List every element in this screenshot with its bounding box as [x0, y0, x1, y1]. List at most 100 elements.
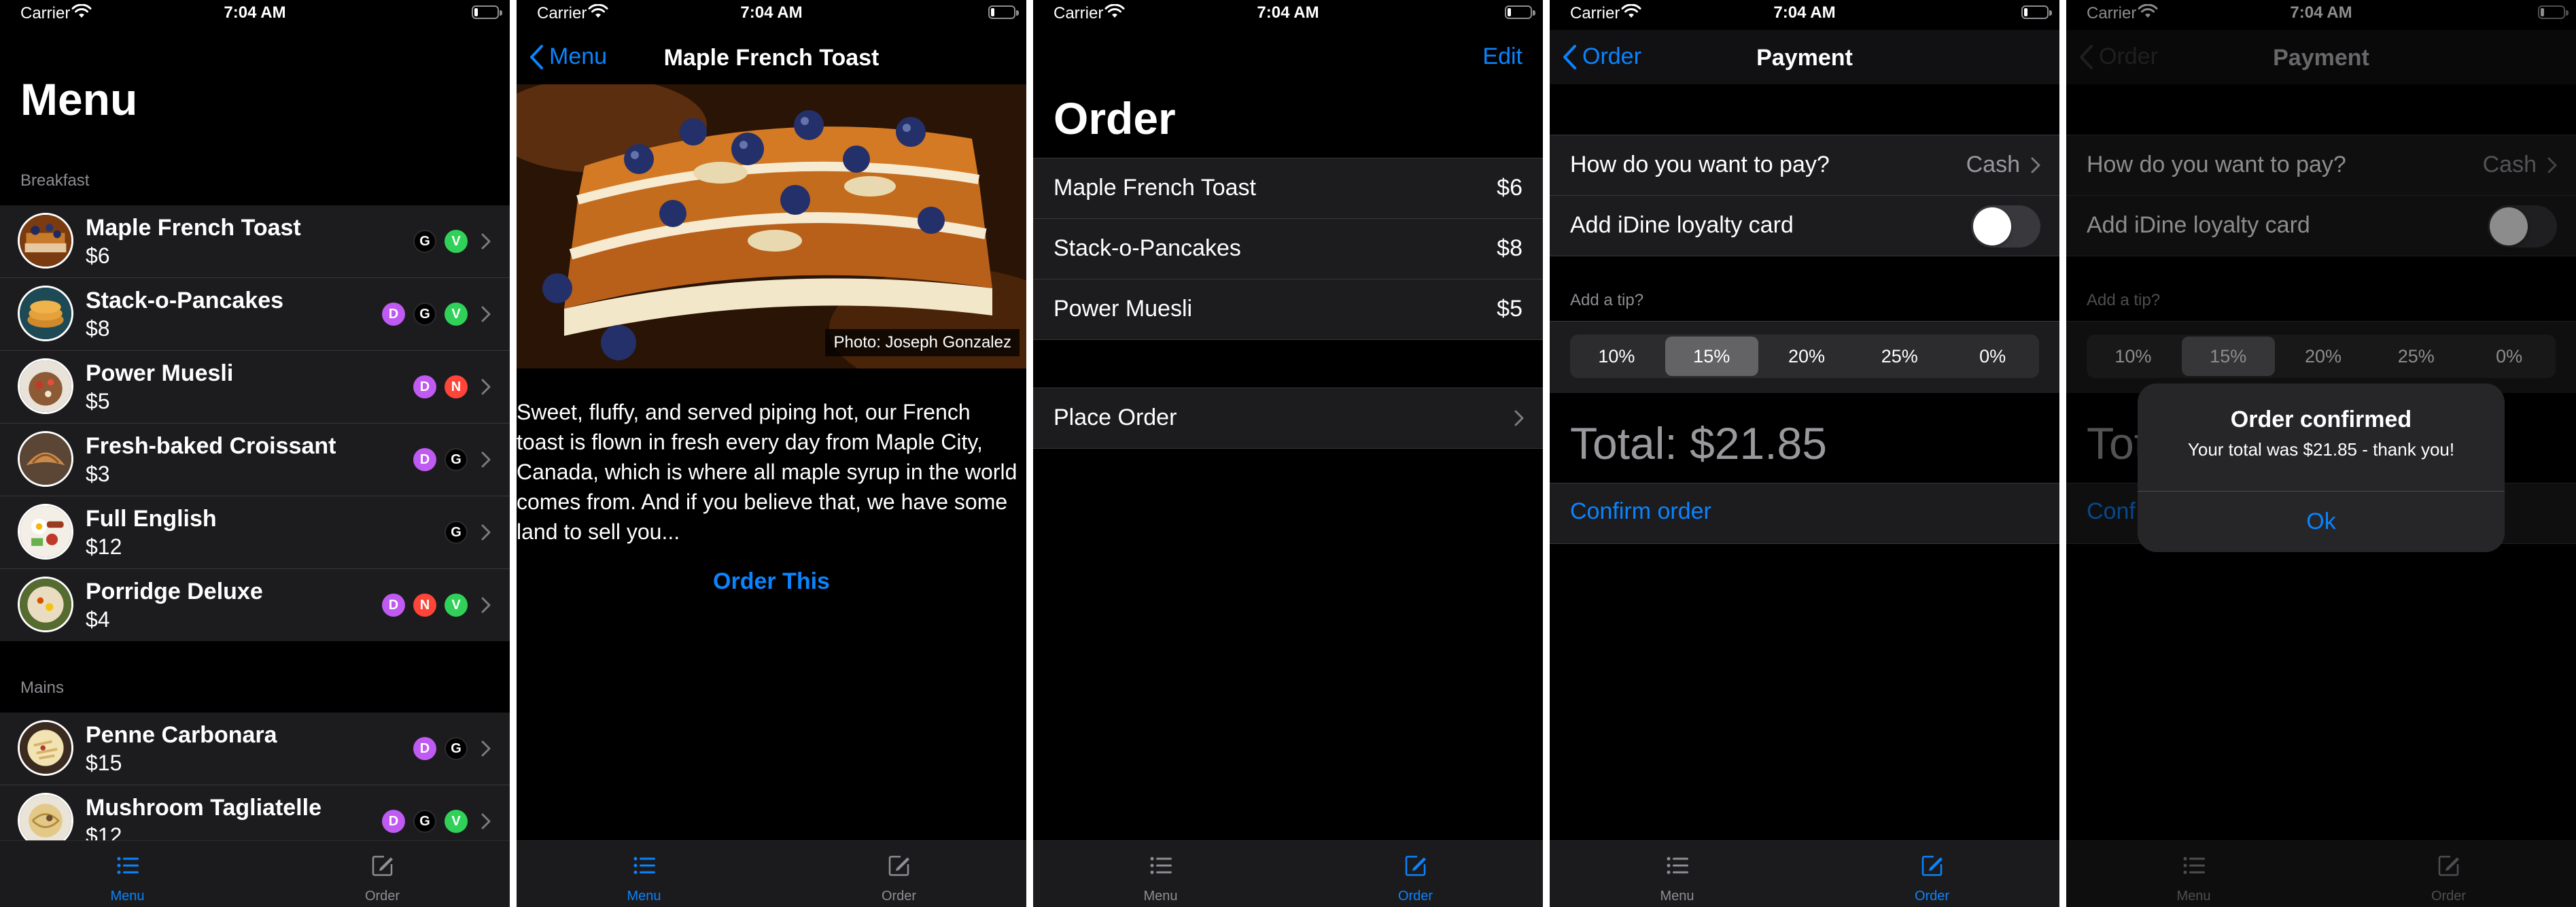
nav-bar: Menu Maple French Toast: [517, 30, 1026, 84]
badge-gluten: G: [413, 230, 436, 253]
badge-dairy: D: [413, 737, 436, 760]
tip-option[interactable]: 0%: [1946, 335, 2039, 378]
status-bar: Carrier 7:04 AM: [517, 0, 1026, 30]
menu-row-power-muesli[interactable]: Power Muesli $5 D N: [0, 351, 510, 424]
badge-gluten: G: [445, 521, 468, 544]
badge-gluten: G: [413, 303, 436, 326]
place-order-button[interactable]: Place Order: [1033, 388, 1543, 448]
nav-bar: Edit: [1033, 30, 1543, 84]
chevron-right-icon: [481, 233, 491, 250]
tab-bar: Menu Order: [1033, 840, 1543, 907]
order-total: Total: $21.85: [1570, 418, 1827, 468]
tab-order[interactable]: Order: [255, 841, 510, 907]
tab-bar: Menu Order: [517, 840, 1026, 907]
confirm-section: Confirm order: [1550, 483, 2059, 544]
order-this-button[interactable]: Order This: [517, 568, 1026, 595]
tab-order[interactable]: Order: [1288, 841, 1543, 907]
tab-order-label: Order: [1914, 889, 1950, 904]
page-title: Menu: [20, 74, 138, 124]
chevron-right-icon: [481, 306, 491, 322]
battery-icon: [988, 5, 1019, 19]
tab-menu[interactable]: Menu: [1550, 841, 1805, 907]
menu-row-maple-french-toast[interactable]: Maple French Toast $6 G V: [0, 205, 510, 278]
pay-question-label: How do you want to pay?: [1570, 152, 1830, 177]
food-thumbnail: [18, 358, 73, 414]
nav-bar: Order Payment: [1550, 30, 2059, 84]
order-row[interactable]: Maple French Toast $6: [1033, 158, 1543, 219]
tab-order-label: Order: [881, 889, 917, 904]
status-bar: Carrier 7:04 AM: [1550, 0, 2059, 30]
battery-icon: [1505, 5, 1535, 19]
badge-gluten: G: [445, 737, 468, 760]
total-section: Total: $21.85: [1550, 393, 2059, 483]
order-item-price: $8: [1497, 235, 1522, 261]
chevron-right-icon: [481, 524, 491, 541]
order-row[interactable]: Power Muesli $5: [1033, 279, 1543, 339]
status-bar: Carrier 7:04 AM: [0, 0, 510, 30]
edit-button[interactable]: Edit: [1482, 44, 1522, 70]
place-order-section: Place Order: [1033, 388, 1543, 449]
list-icon: [117, 857, 139, 874]
badge-nuts: N: [445, 375, 468, 398]
badge-vegetarian: V: [445, 594, 468, 617]
detail-screen: Carrier 7:04 AM Menu Maple French Toast …: [517, 0, 1026, 907]
tab-menu[interactable]: Menu: [0, 841, 255, 907]
item-name: Penne Carbonara: [86, 722, 277, 748]
menu-row-porridge-deluxe[interactable]: Porridge Deluxe $4 D N V: [0, 569, 510, 641]
tab-order[interactable]: Order: [771, 841, 1026, 907]
confirm-order-button[interactable]: Confirm order: [1570, 498, 1711, 525]
payment-alert-screen: Carrier 7:04 AM Order Payment How do you…: [2066, 0, 2576, 907]
order-item-name: Stack-o-Pancakes: [1054, 235, 1241, 261]
tab-menu-label: Menu: [110, 889, 145, 904]
tab-menu-label: Menu: [1660, 889, 1694, 904]
food-thumbnail: [18, 431, 73, 487]
tip-option[interactable]: 20%: [1760, 335, 1853, 378]
order-row[interactable]: Stack-o-Pancakes $8: [1033, 219, 1543, 279]
compose-icon: [1921, 855, 1943, 876]
tab-bar: Menu Order: [1550, 840, 2059, 907]
clock: 7:04 AM: [1257, 3, 1319, 22]
badge-dairy: D: [382, 594, 405, 617]
breakfast-list: Maple French Toast $6 G V Stack-o-Pancak…: [0, 205, 510, 641]
item-name: Stack-o-Pancakes: [86, 288, 284, 313]
badge-nuts: N: [413, 594, 436, 617]
tip-option[interactable]: 10%: [1570, 335, 1663, 378]
status-bar: Carrier 7:04 AM: [1033, 0, 1543, 30]
clock: 7:04 AM: [740, 3, 803, 22]
food-thumbnail: [18, 577, 73, 632]
tab-menu-label: Menu: [627, 889, 661, 904]
item-price: $15: [86, 751, 122, 775]
list-icon: [633, 857, 655, 874]
tip-header: Add a tip?: [1570, 291, 1644, 309]
section-header-mains: Mains: [20, 679, 65, 697]
tip-option[interactable]: 25%: [1853, 335, 1946, 378]
badge-gluten: G: [445, 448, 468, 471]
order-item-name: Maple French Toast: [1054, 175, 1256, 201]
tab-menu[interactable]: Menu: [1033, 841, 1288, 907]
menu-row-stack-o-pancakes[interactable]: Stack-o-Pancakes $8 D G V: [0, 278, 510, 351]
tab-menu[interactable]: Menu: [517, 841, 771, 907]
tab-order-label: Order: [1397, 889, 1433, 904]
order-item-name: Power Muesli: [1054, 296, 1193, 322]
menu-row-full-english[interactable]: Full English $12 G: [0, 496, 510, 569]
badge-vegetarian: V: [445, 303, 468, 326]
menu-row-fresh-baked-croissant[interactable]: Fresh-baked Croissant $3 D G: [0, 424, 510, 496]
order-item-price: $6: [1497, 175, 1522, 201]
tab-menu-label: Menu: [1143, 889, 1178, 904]
menu-row-penne-carbonara[interactable]: Penne Carbonara $15 D G: [0, 713, 510, 785]
tab-order[interactable]: Order: [1805, 841, 2059, 907]
list-icon: [1667, 857, 1688, 874]
clock: 7:04 AM: [224, 3, 286, 22]
compose-icon: [888, 855, 909, 876]
menu-screen: Carrier 7:04 AM Menu Breakfast Maple Fre…: [0, 0, 510, 907]
loyalty-toggle[interactable]: [1971, 205, 2040, 247]
badge-dairy: D: [382, 810, 405, 833]
food-thumbnail: [18, 504, 73, 560]
alert-ok-button[interactable]: Ok: [2138, 491, 2505, 552]
alert-title: Order confirmed: [2230, 407, 2412, 432]
item-name: Full English: [86, 506, 217, 532]
item-description: Sweet, fluffy, and served piping hot, ou…: [517, 400, 1017, 544]
payment-method-row[interactable]: How do you want to pay? Cash: [1550, 135, 2059, 196]
page-title: Order: [1054, 93, 1176, 143]
tip-option-selected[interactable]: 15%: [1665, 337, 1758, 376]
